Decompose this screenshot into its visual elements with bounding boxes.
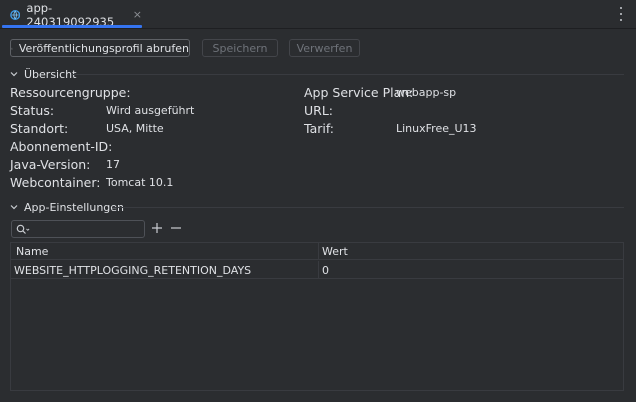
subscription-id-label: Abonnement-ID:	[10, 139, 113, 154]
close-icon[interactable]: ×	[133, 8, 142, 21]
settings-search-input[interactable]	[11, 220, 145, 238]
cell-divider	[318, 261, 319, 279]
webcontainer-label: Webcontainer:	[10, 175, 101, 190]
status-label: Status:	[10, 103, 55, 118]
fetch-publish-profile-button[interactable]: Veröffentlichungsprofil abrufen	[10, 39, 190, 57]
webcontainer-value: Tomcat 10.1	[106, 176, 174, 189]
chevron-down-icon	[10, 72, 18, 77]
app-service-plan-value: webapp-sp	[396, 86, 457, 99]
tier-label: Tarif:	[304, 121, 335, 136]
chevron-down-icon	[10, 205, 18, 210]
location-value: USA, Mitte	[106, 122, 164, 135]
discard-button[interactable]: Verwerfen	[289, 39, 360, 57]
app-settings-section-toggle[interactable]: App-Einstellungen	[10, 200, 124, 214]
save-button[interactable]: Speichern	[202, 39, 278, 57]
search-icon	[16, 224, 30, 234]
table-row[interactable]: WEBSITE_HTTPLOGGING_RETENTION_DAYS 0	[11, 261, 623, 279]
tier-value: LinuxFree_U13	[396, 122, 477, 135]
app-settings-table: Name Wert WEBSITE_HTTPLOGGING_RETENTION_…	[10, 242, 624, 391]
overview-section-toggle[interactable]: Übersicht	[10, 67, 76, 81]
column-header-name[interactable]: Name	[16, 245, 48, 258]
active-tab-indicator	[2, 25, 142, 28]
fetch-publish-profile-label: Veröffentlichungsprofil abrufen	[18, 41, 189, 55]
discard-label: Verwerfen	[296, 41, 353, 55]
table-header: Name Wert	[11, 243, 623, 260]
resource-group-label: Ressourcengruppe:	[10, 85, 131, 100]
overview-header: Übersicht	[24, 67, 77, 81]
app-settings-divider	[112, 207, 624, 208]
setting-value-cell[interactable]: 0	[322, 264, 329, 277]
download-icon	[11, 47, 13, 49]
azure-webapp-icon	[10, 9, 21, 20]
setting-name-cell[interactable]: WEBSITE_HTTPLOGGING_RETENTION_DAYS	[14, 264, 251, 277]
java-version-value: 17	[106, 158, 120, 171]
app-settings-header: App-Einstellungen	[24, 200, 125, 214]
save-label: Speichern	[212, 41, 268, 55]
plus-icon[interactable]	[151, 222, 163, 234]
column-header-value[interactable]: Wert	[322, 245, 348, 258]
column-divider[interactable]	[318, 243, 319, 260]
more-vertical-icon[interactable]	[618, 7, 624, 21]
overview-divider	[72, 74, 624, 75]
status-value: Wird ausgeführt	[106, 104, 195, 117]
minus-icon[interactable]	[170, 222, 182, 234]
editor-tab-bar: app-240319092935 ×	[0, 0, 636, 29]
java-version-label: Java-Version:	[10, 157, 91, 172]
location-label: Standort:	[10, 121, 69, 136]
url-label: URL:	[304, 103, 334, 118]
